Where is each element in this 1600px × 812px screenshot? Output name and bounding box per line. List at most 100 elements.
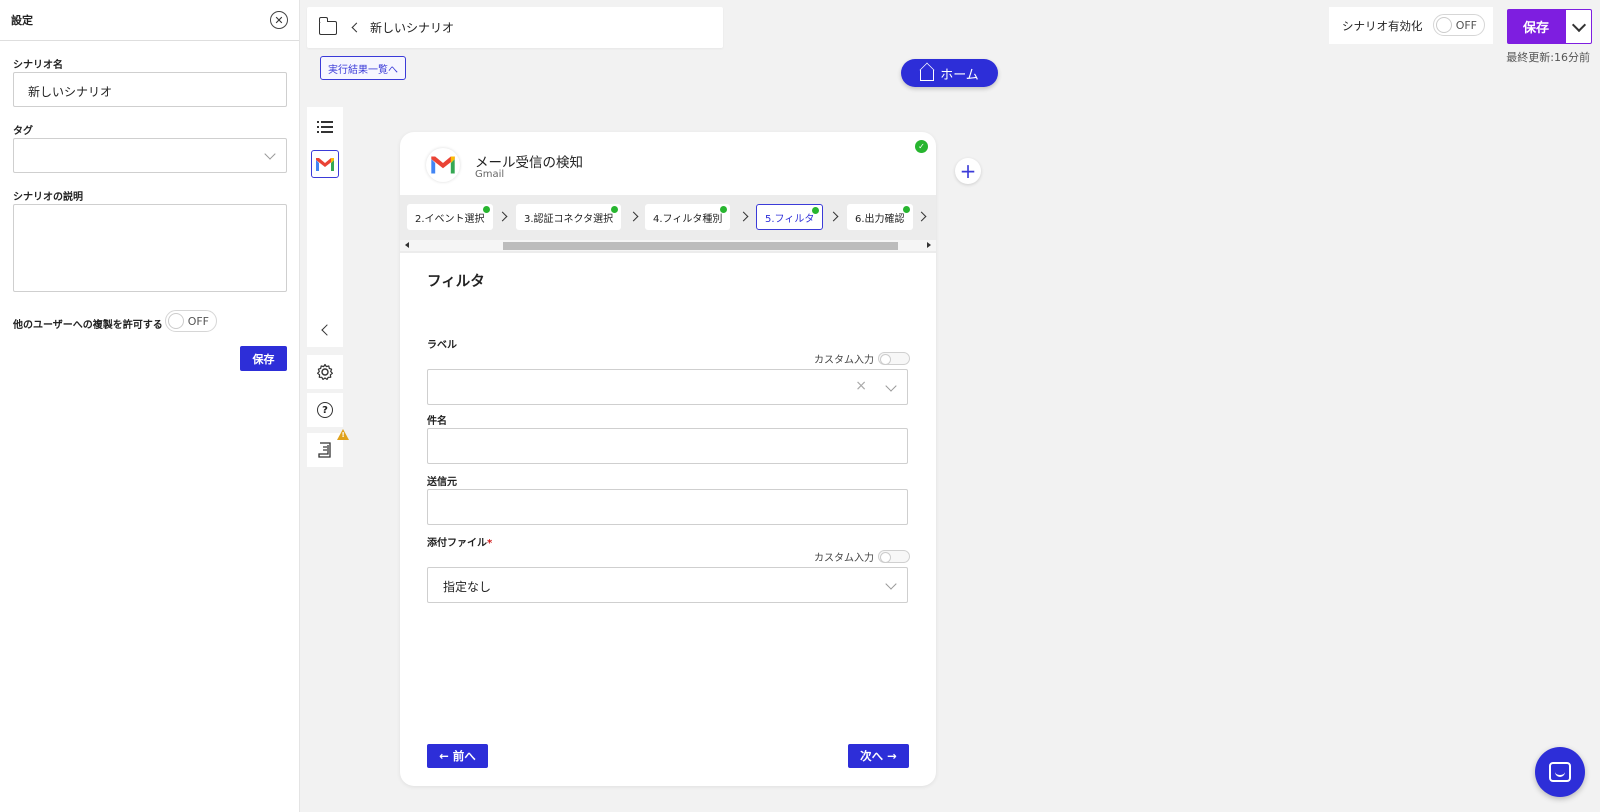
tab-filter[interactable]: 5.フィルタ bbox=[756, 204, 824, 230]
check-icon bbox=[482, 206, 490, 213]
check-icon bbox=[611, 206, 619, 213]
step-tabs: 2.イベント選択 3.認証コネクタ選択 4.フィルタ種別 5.フィルタ 6.出力… bbox=[400, 195, 936, 253]
check-icon: ✓ bbox=[915, 140, 928, 153]
chevron-left-icon bbox=[320, 324, 333, 336]
gmail-step-button[interactable] bbox=[307, 146, 343, 182]
scenario-enable-toggle[interactable]: OFF bbox=[1433, 14, 1485, 36]
help-icon: ? bbox=[317, 402, 333, 418]
tag-label: タグ bbox=[13, 126, 33, 137]
scenario-enable-label: シナリオ有効化 bbox=[1342, 18, 1423, 33]
scroll-left-icon[interactable] bbox=[405, 242, 409, 248]
save-button[interactable]: 保存 bbox=[1507, 9, 1565, 44]
plus-icon[interactable]: + bbox=[955, 158, 981, 184]
prev-button[interactable]: ← 前へ bbox=[427, 744, 488, 768]
description-label: シナリオの説明 bbox=[13, 192, 83, 203]
warning-symbol: ! bbox=[341, 431, 345, 439]
collapse-button[interactable] bbox=[307, 312, 343, 348]
settings-panel: 設定 ✕ シナリオ名 新しいシナリオ タグ シナリオの説明 他のユーザーへの複製… bbox=[0, 0, 300, 812]
custom-input-label: カスタム入力 bbox=[814, 355, 874, 366]
next-button[interactable]: 次へ → bbox=[848, 744, 909, 768]
chevron-down-icon bbox=[264, 148, 276, 160]
tab-event-select[interactable]: 2.イベント選択 bbox=[407, 204, 493, 230]
scenario-name-input[interactable]: 新しいシナリオ bbox=[13, 72, 287, 107]
save-options-chevron-down-icon[interactable] bbox=[1565, 9, 1592, 44]
home-button[interactable]: ホーム bbox=[901, 59, 998, 87]
scenario-name-label: シナリオ名 bbox=[13, 60, 63, 71]
check-icon bbox=[902, 206, 910, 213]
scenario-enable-card: シナリオ有効化 OFF bbox=[1329, 7, 1493, 44]
tab-filter-type[interactable]: 4.フィルタ種別 bbox=[645, 204, 731, 230]
settings-header: 設定 ✕ bbox=[0, 0, 299, 41]
tab-output-check[interactable]: 6.出力確認 bbox=[847, 204, 913, 230]
label-field-label: ラベル bbox=[427, 340, 457, 351]
step-label: 5.フィルタ bbox=[765, 213, 815, 225]
tabs-scrollbar[interactable] bbox=[400, 240, 936, 251]
attachment-select[interactable]: 指定なし bbox=[427, 567, 908, 603]
sender-field-label: 送信元 bbox=[427, 477, 457, 488]
attachment-field-label: 添付ファイル* bbox=[427, 534, 492, 549]
check-icon bbox=[720, 206, 728, 213]
section-title: フィルタ bbox=[427, 274, 485, 290]
chat-button[interactable] bbox=[1535, 747, 1585, 797]
chevron-right-icon bbox=[628, 211, 639, 222]
step-label: 2.イベント選択 bbox=[415, 213, 485, 225]
close-icon[interactable]: ✕ bbox=[270, 11, 288, 29]
attachment-label-text: 添付ファイル bbox=[427, 538, 487, 549]
folder-icon[interactable] bbox=[318, 16, 337, 35]
clear-icon[interactable]: × bbox=[855, 378, 867, 394]
last-updated: 最終更新:16分前 bbox=[1506, 51, 1590, 64]
chat-icon bbox=[1549, 762, 1571, 782]
chevron-down-icon bbox=[885, 578, 897, 590]
card-header: メール受信の検知 Gmail ✓ bbox=[400, 132, 936, 195]
tool-rail bbox=[307, 107, 343, 347]
required-mark: * bbox=[487, 538, 493, 549]
scroll-right-icon[interactable] bbox=[927, 242, 931, 248]
gmail-icon bbox=[311, 150, 339, 178]
list-icon[interactable] bbox=[307, 109, 343, 145]
gear-icon[interactable] bbox=[307, 355, 343, 389]
tab-connector-select[interactable]: 3.認証コネクタ選択 bbox=[516, 204, 622, 230]
chevron-right-icon bbox=[738, 211, 749, 222]
attachment-value: 指定なし bbox=[443, 580, 492, 594]
breadcrumb: 新しいシナリオ bbox=[307, 7, 723, 48]
attachment-custom-input: カスタム入力 bbox=[814, 549, 910, 564]
subject-input[interactable] bbox=[427, 428, 908, 464]
check-icon bbox=[812, 207, 820, 214]
chevron-down-icon bbox=[885, 380, 897, 392]
scroll-thumb[interactable] bbox=[503, 242, 898, 250]
custom-input-label: カスタム入力 bbox=[814, 553, 874, 564]
scenario-name-value: 新しいシナリオ bbox=[28, 85, 113, 99]
chevron-right-icon bbox=[497, 211, 508, 222]
help-button[interactable]: ? bbox=[307, 393, 343, 427]
card-title: メール受信の検知 bbox=[475, 155, 583, 171]
label-select[interactable]: × bbox=[427, 369, 908, 405]
allow-copy-label: 他のユーザーへの複製を許可する bbox=[13, 320, 163, 331]
gmail-icon bbox=[426, 148, 460, 182]
chevron-right-icon bbox=[828, 211, 839, 222]
settings-title: 設定 bbox=[11, 14, 33, 27]
subject-field-label: 件名 bbox=[427, 416, 447, 427]
home-label: ホーム bbox=[940, 67, 979, 83]
home-icon bbox=[920, 69, 935, 81]
tag-select[interactable] bbox=[13, 138, 287, 173]
settings-save-button[interactable]: 保存 bbox=[240, 346, 287, 371]
sender-input[interactable] bbox=[427, 489, 908, 525]
allow-copy-toggle[interactable]: OFF bbox=[165, 310, 217, 332]
label-custom-toggle[interactable] bbox=[878, 352, 910, 365]
step-card: メール受信の検知 Gmail ✓ 2.イベント選択 3.認証コネクタ選択 4.フ… bbox=[400, 132, 936, 786]
step-label: 6.出力確認 bbox=[855, 213, 905, 225]
scenario-title: 新しいシナリオ bbox=[370, 21, 455, 35]
card-subtitle: Gmail bbox=[475, 169, 505, 180]
description-textarea[interactable] bbox=[13, 204, 287, 292]
scenario-enable-state: OFF bbox=[1455, 19, 1477, 32]
allow-copy-toggle-state: OFF bbox=[187, 315, 209, 328]
step-label: 4.フィルタ種別 bbox=[653, 213, 723, 225]
step-label: 3.認証コネクタ選択 bbox=[524, 213, 614, 225]
chevron-left-icon[interactable] bbox=[351, 22, 362, 33]
toggle-knob bbox=[168, 313, 184, 329]
attachment-custom-toggle[interactable] bbox=[878, 550, 910, 563]
results-list-link[interactable]: 実行結果一覧へ bbox=[320, 56, 406, 80]
chevron-right-icon bbox=[916, 211, 927, 222]
toggle-knob bbox=[1436, 17, 1452, 33]
label-custom-input: カスタム入力 bbox=[814, 351, 910, 366]
